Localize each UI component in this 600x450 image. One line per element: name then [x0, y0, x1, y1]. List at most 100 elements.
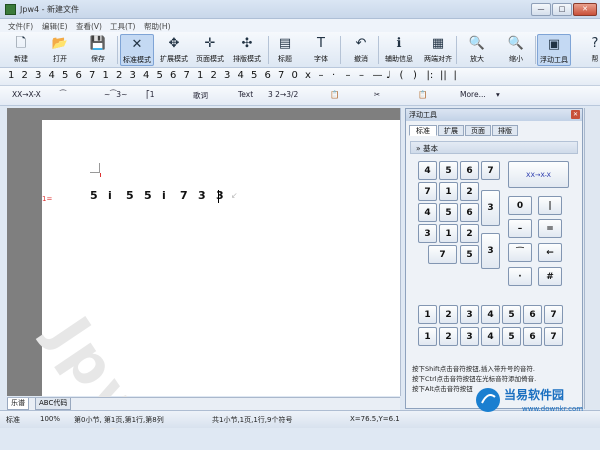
score-note[interactable]: 5	[126, 189, 134, 202]
note-key[interactable]: 7	[418, 182, 437, 201]
note-key[interactable]: 4	[418, 161, 437, 180]
note-key[interactable]: 6	[460, 203, 479, 222]
note-button[interactable]: 4	[238, 70, 244, 81]
note-button[interactable]: 5	[157, 70, 163, 81]
symbol-key[interactable]: ←	[538, 243, 562, 262]
octave-key[interactable]: 6	[523, 327, 542, 346]
symbol-key[interactable]: 0	[508, 196, 532, 215]
note-button[interactable]: —	[373, 70, 383, 81]
octave-key[interactable]: 4	[481, 305, 500, 324]
note-button[interactable]: 2	[116, 70, 122, 81]
note-key[interactable]: 1	[439, 224, 458, 243]
symbol-button[interactable]: ⎡1	[146, 90, 155, 99]
toolbar-button-7[interactable]: ✣ 排版模式	[230, 34, 264, 66]
note-key[interactable]: 7	[428, 245, 457, 264]
note-button[interactable]: 3	[35, 70, 41, 81]
tab-abc-code[interactable]: ABC代码	[35, 398, 72, 410]
panel-tab-page[interactable]: 页面	[465, 125, 491, 136]
note-key[interactable]: 7	[481, 161, 500, 180]
note-button[interactable]: 4	[49, 70, 55, 81]
note-key[interactable]: 6	[460, 161, 479, 180]
octave-key[interactable]: 2	[439, 327, 458, 346]
octave-key[interactable]: 1	[418, 327, 437, 346]
note-key[interactable]: 4	[418, 203, 437, 222]
score-note[interactable]: 3	[198, 189, 206, 202]
octave-key[interactable]: 7	[544, 305, 563, 324]
panel-tab-extend[interactable]: 扩展	[438, 125, 464, 136]
minimize-button[interactable]: —	[531, 3, 551, 16]
octave-key[interactable]: 1	[418, 305, 437, 324]
symbol-key[interactable]: ·	[508, 267, 532, 286]
note-key[interactable]: 1	[439, 182, 458, 201]
note-button[interactable]: 6	[170, 70, 176, 81]
score-note[interactable]: 5	[144, 189, 152, 202]
toolbar-button-14[interactable]: 🔍 缩小	[499, 34, 533, 66]
document-scrollbar[interactable]	[400, 108, 401, 396]
symbol-button[interactable]: More...	[460, 90, 486, 99]
note-key[interactable]: 5	[460, 245, 479, 264]
symbol-button[interactable]: 3 2→3/2	[268, 90, 298, 99]
symbol-button[interactable]: 📋	[418, 90, 427, 99]
note-button[interactable]: 5	[62, 70, 68, 81]
symbol-key[interactable]: #	[538, 267, 562, 286]
note-button[interactable]: |:	[427, 70, 434, 81]
note-button[interactable]: 7	[184, 70, 190, 81]
note-button[interactable]: –	[319, 70, 324, 81]
score-note[interactable]: i	[108, 189, 112, 202]
note-button[interactable]: –	[346, 70, 351, 81]
note-button[interactable]: )	[413, 70, 417, 81]
note-button[interactable]: 3	[224, 70, 230, 81]
octave-key[interactable]: 5	[502, 327, 521, 346]
note-button[interactable]: 6	[265, 70, 271, 81]
symbol-key[interactable]: –	[508, 219, 532, 238]
toolbar-button-3[interactable]: 💾 保存	[81, 34, 115, 66]
toolbar-button-15[interactable]: ▣ 浮动工具	[537, 34, 571, 66]
note-button[interactable]: |	[454, 70, 457, 81]
symbol-key[interactable]: |	[538, 196, 562, 215]
octave-key[interactable]: 3	[460, 305, 479, 324]
note-button[interactable]: 1	[103, 70, 109, 81]
toolbar-button-5[interactable]: ✥ 扩展模式	[157, 34, 191, 66]
symbol-button[interactable]: ▾	[496, 90, 500, 99]
note-button[interactable]: 6	[76, 70, 82, 81]
document-area[interactable]: 1= 5i55i733 ↙ Jpw	[7, 108, 400, 450]
octave-key[interactable]: 3	[460, 327, 479, 346]
menu-view[interactable]: 查看(V)	[76, 21, 102, 32]
panel-close-button[interactable]: ✕	[571, 110, 580, 119]
note-button[interactable]: –	[359, 70, 364, 81]
octave-key[interactable]: 2	[439, 305, 458, 324]
symbol-button[interactable]: 📋	[330, 90, 339, 99]
note-key[interactable]: 3	[481, 190, 500, 226]
octave-key[interactable]: 6	[523, 305, 542, 324]
symbol-button[interactable]: ~⁀3~	[104, 90, 127, 99]
close-button[interactable]: ✕	[573, 3, 597, 16]
symbol-button[interactable]: ✂	[374, 90, 380, 99]
symbol-button[interactable]: Text	[238, 90, 253, 99]
score-page[interactable]: 1= 5i55i733 ↙ Jpw	[36, 120, 400, 450]
note-button[interactable]: 2	[211, 70, 217, 81]
menu-edit[interactable]: 编辑(E)	[42, 21, 68, 32]
symbol-key[interactable]: =	[538, 219, 562, 238]
toolbar-button-9[interactable]: T 字体	[304, 34, 338, 66]
octave-key[interactable]: 7	[544, 327, 563, 346]
symbol-key[interactable]: ⁀	[508, 243, 532, 262]
note-key[interactable]: 3	[481, 233, 500, 269]
toolbar-button-12[interactable]: ▦ 两端对齐	[421, 34, 455, 66]
menu-tools[interactable]: 工具(T)	[110, 21, 135, 32]
toolbar-button-1[interactable]: 🗋 新建	[4, 34, 38, 66]
note-key[interactable]: 2	[460, 224, 479, 243]
note-key[interactable]: 5	[439, 161, 458, 180]
toolbar-button-11[interactable]: ℹ 辅助信息	[382, 34, 416, 66]
note-button[interactable]: (	[400, 70, 404, 81]
menu-file[interactable]: 文件(F)	[8, 21, 33, 32]
score-note[interactable]: i	[162, 189, 166, 202]
toolbar-button-6[interactable]: ✛ 页面模式	[193, 34, 227, 66]
note-button[interactable]: x	[305, 70, 311, 81]
toolbar-button-16[interactable]: ? 帮	[578, 34, 600, 66]
toolbar-button-8[interactable]: ▤ 标题	[268, 34, 302, 66]
menu-help[interactable]: 帮助(H)	[144, 21, 171, 32]
panel-section-basic[interactable]: » 基本	[410, 141, 578, 154]
note-key[interactable]: 5	[439, 203, 458, 222]
symbol-button[interactable]: 歌词	[193, 90, 208, 101]
toolbar-button-10[interactable]: ↶ 撤消	[344, 34, 378, 66]
